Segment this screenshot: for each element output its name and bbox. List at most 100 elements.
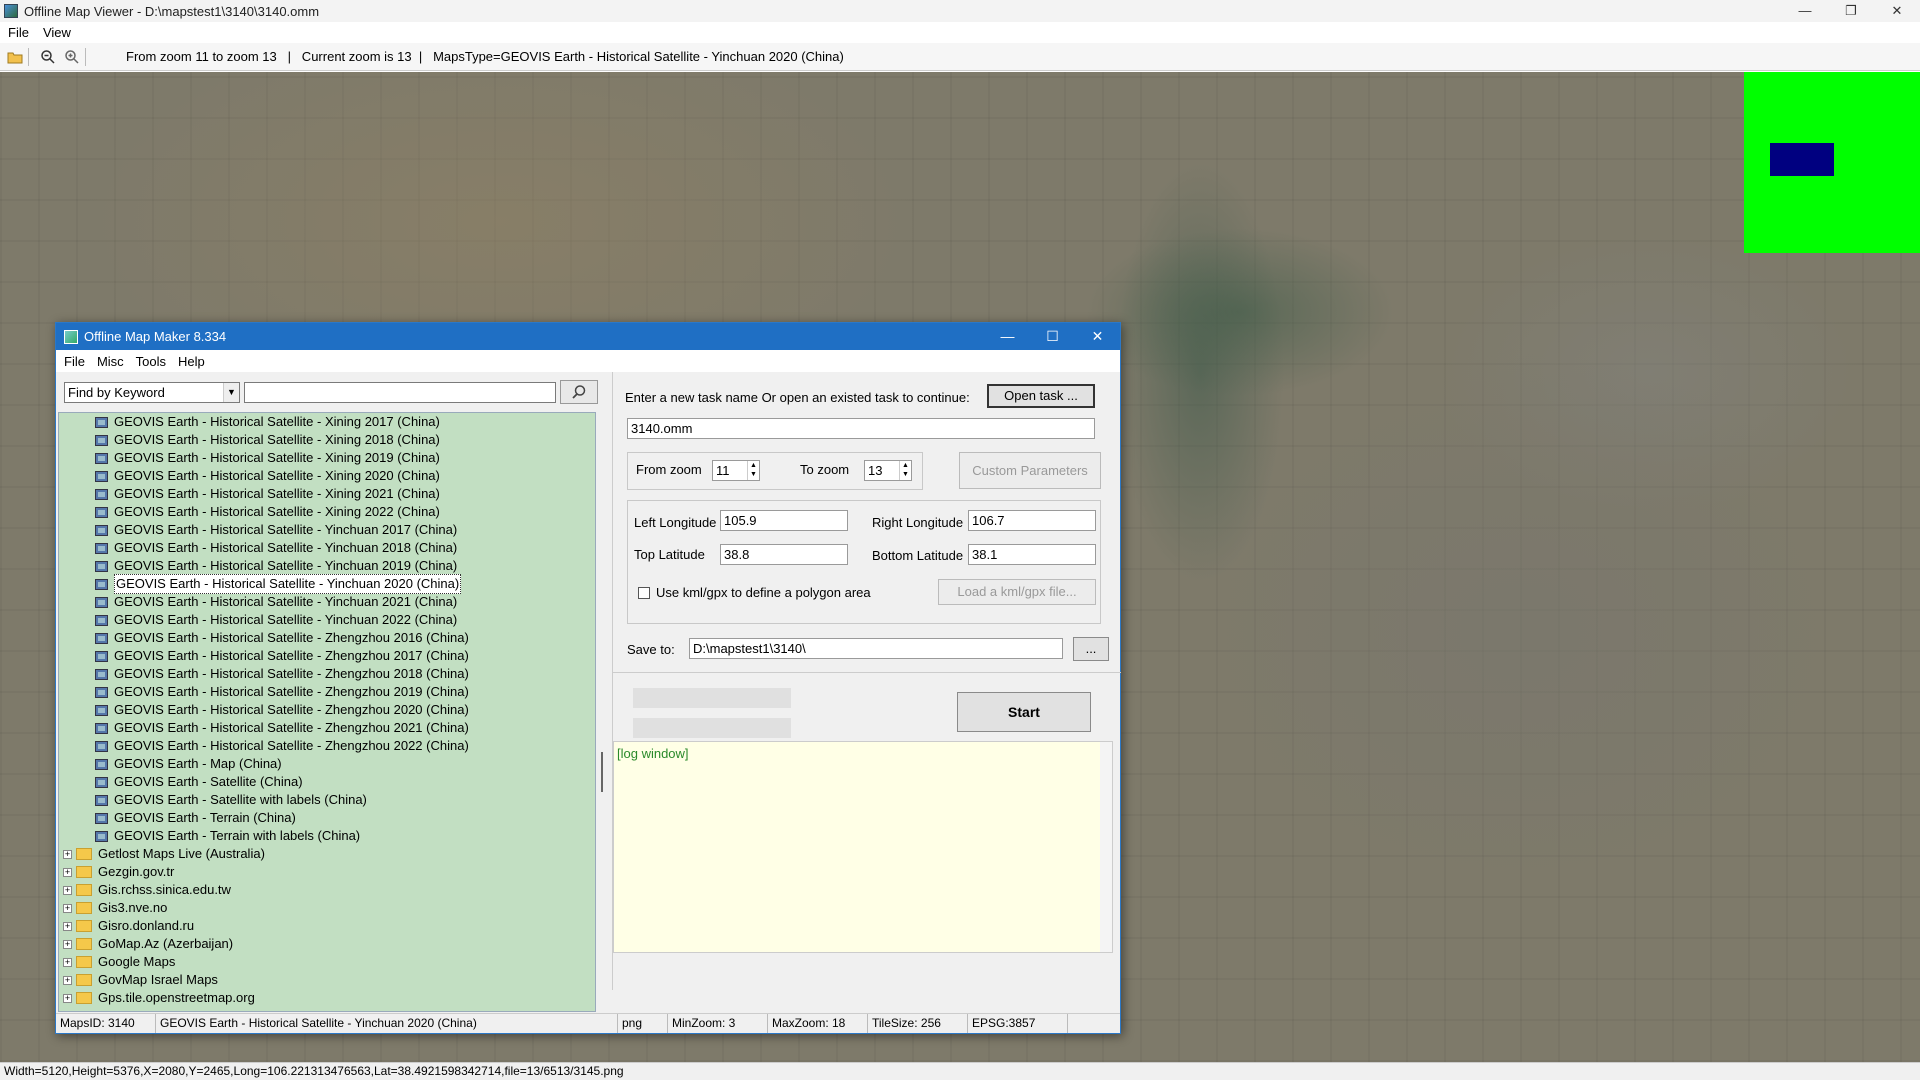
- tree-item-map[interactable]: GEOVIS Earth - Historical Satellite - Zh…: [95, 719, 469, 737]
- status-format: png: [618, 1014, 668, 1033]
- save-to-label: Save to:: [627, 642, 675, 657]
- menu-view[interactable]: View: [43, 25, 71, 40]
- tree-item-map[interactable]: GEOVIS Earth - Historical Satellite - Zh…: [95, 665, 469, 683]
- dialog-maximize-button[interactable]: ☐: [1030, 323, 1075, 350]
- zoom-out-icon[interactable]: [39, 48, 57, 66]
- maximize-button[interactable]: ❐: [1828, 0, 1874, 22]
- save-path-input[interactable]: D:\mapstest1\3140\: [689, 638, 1063, 659]
- tree-item-map[interactable]: GEOVIS Earth - Historical Satellite - Xi…: [95, 413, 440, 431]
- custom-parameters-button[interactable]: Custom Parameters: [959, 452, 1101, 489]
- bounds-group: Left Longitude 105.9 Right Longitude 106…: [627, 500, 1101, 624]
- tree-item-map[interactable]: GEOVIS Earth - Satellite (China): [95, 773, 303, 791]
- dialog-minimize-button[interactable]: —: [985, 323, 1030, 350]
- overview-minimap[interactable]: [1744, 72, 1920, 253]
- task-name-input[interactable]: 3140.omm: [627, 418, 1095, 439]
- expand-plus-icon[interactable]: +: [63, 849, 72, 859]
- expand-plus-icon[interactable]: +: [63, 903, 72, 913]
- stepper-arrows-icon[interactable]: ▲ ▼: [747, 461, 759, 480]
- dialog-menu-tools[interactable]: Tools: [136, 354, 166, 369]
- tree-scrollbar[interactable]: [597, 412, 607, 1012]
- dialog-menu-misc[interactable]: Misc: [97, 354, 124, 369]
- tree-item-map[interactable]: GEOVIS Earth - Terrain with labels (Chin…: [95, 827, 360, 845]
- stepper-arrows-icon[interactable]: ▲ ▼: [899, 461, 911, 480]
- bottom-latitude-label: Bottom Latitude: [872, 548, 964, 563]
- from-zoom-stepper[interactable]: 11 ▲ ▼: [712, 460, 760, 481]
- search-mode-value: Find by Keyword: [68, 384, 165, 400]
- expand-plus-icon[interactable]: +: [63, 867, 72, 877]
- left-longitude-label: Left Longitude: [634, 515, 717, 530]
- tree-scrollbar-thumb[interactable]: [601, 752, 603, 792]
- tree-item-folder[interactable]: + Gis.rchss.sinica.edu.tw: [63, 881, 231, 899]
- start-button[interactable]: Start: [957, 692, 1091, 732]
- tree-item-map[interactable]: GEOVIS Earth - Historical Satellite - Xi…: [95, 503, 440, 521]
- dialog-close-button[interactable]: ✕: [1075, 323, 1120, 350]
- bottom-latitude-input[interactable]: 38.1: [968, 544, 1096, 565]
- tree-item-map[interactable]: GEOVIS Earth - Historical Satellite - Xi…: [95, 467, 440, 485]
- tree-item-label: GEOVIS Earth - Historical Satellite - Yi…: [114, 594, 458, 609]
- tree-item-map[interactable]: GEOVIS Earth - Historical Satellite - Xi…: [95, 431, 440, 449]
- zoom-in-icon[interactable]: [63, 48, 81, 66]
- expand-plus-icon[interactable]: +: [63, 975, 72, 985]
- tree-item-map[interactable]: GEOVIS Earth - Historical Satellite - Yi…: [95, 574, 462, 594]
- tree-item-map[interactable]: GEOVIS Earth - Historical Satellite - Yi…: [95, 593, 457, 611]
- load-kml-button[interactable]: Load a kml/gpx file...: [938, 579, 1096, 605]
- expand-plus-icon[interactable]: +: [63, 921, 72, 931]
- kml-polygon-checkbox[interactable]: [638, 587, 650, 599]
- expand-plus-icon[interactable]: +: [63, 885, 72, 895]
- minimize-button[interactable]: —: [1782, 0, 1828, 22]
- tree-item-map[interactable]: GEOVIS Earth - Map (China): [95, 755, 282, 773]
- dialog-menu-file[interactable]: File: [64, 354, 85, 369]
- dialog-titlebar[interactable]: Offline Map Maker 8.334 — ☐ ✕: [56, 323, 1120, 350]
- tree-item-folder[interactable]: + Gps.tile.openstreetmap.org: [63, 989, 255, 1007]
- maps-tree[interactable]: GEOVIS Earth - Historical Satellite - Xi…: [58, 412, 596, 1012]
- tree-item-map[interactable]: GEOVIS Earth - Historical Satellite - Yi…: [95, 611, 457, 629]
- right-longitude-input[interactable]: 106.7: [968, 510, 1096, 531]
- tree-item-folder[interactable]: + Gisro.donland.ru: [63, 917, 194, 935]
- tree-item-label: GEOVIS Earth - Historical Satellite - Zh…: [114, 720, 469, 735]
- zoom-range-group: From zoom 11 ▲ ▼ To zoom 13 ▲ ▼: [627, 452, 923, 490]
- menu-file[interactable]: File: [8, 25, 29, 40]
- tree-item-label: GEOVIS Earth - Historical Satellite - Zh…: [114, 630, 469, 645]
- map-tile-icon: [95, 470, 108, 482]
- tree-item-folder[interactable]: + Gis3.nve.no: [63, 899, 167, 917]
- right-longitude-label: Right Longitude: [872, 515, 964, 530]
- map-tile-icon: [95, 758, 108, 770]
- chevron-down-icon[interactable]: ▼: [223, 382, 239, 402]
- tree-item-map[interactable]: GEOVIS Earth - Historical Satellite - Xi…: [95, 449, 440, 467]
- open-task-button[interactable]: Open task ...: [987, 384, 1095, 408]
- tree-item-map[interactable]: GEOVIS Earth - Historical Satellite - Zh…: [95, 647, 469, 665]
- tree-item-map[interactable]: GEOVIS Earth - Historical Satellite - Zh…: [95, 683, 469, 701]
- tree-item-map[interactable]: GEOVIS Earth - Historical Satellite - Zh…: [95, 629, 469, 647]
- dialog-menu-help[interactable]: Help: [178, 354, 205, 369]
- tree-item-map[interactable]: GEOVIS Earth - Historical Satellite - Yi…: [95, 539, 457, 557]
- close-button[interactable]: ✕: [1874, 0, 1920, 22]
- search-button[interactable]: [560, 380, 598, 404]
- search-input[interactable]: [244, 381, 556, 403]
- tree-item-map[interactable]: GEOVIS Earth - Historical Satellite - Yi…: [95, 557, 457, 575]
- log-window[interactable]: [log window]: [613, 741, 1113, 953]
- tree-item-folder[interactable]: + Getlost Maps Live (Australia): [63, 845, 265, 863]
- log-scrollbar[interactable]: [1100, 742, 1112, 952]
- tree-item-map[interactable]: GEOVIS Earth - Historical Satellite - Zh…: [95, 737, 469, 755]
- tree-item-map[interactable]: GEOVIS Earth - Historical Satellite - Xi…: [95, 485, 440, 503]
- expand-plus-icon[interactable]: +: [63, 957, 72, 967]
- left-longitude-input[interactable]: 105.9: [720, 510, 848, 531]
- tree-item-folder[interactable]: + GoMap.Az (Azerbaijan): [63, 935, 233, 953]
- tree-item-folder[interactable]: + Gezgin.gov.tr: [63, 863, 174, 881]
- overview-viewport-rect[interactable]: [1770, 143, 1834, 176]
- tree-item-folder[interactable]: + GovMap Israel Maps: [63, 971, 218, 989]
- tree-item-folder[interactable]: + Google Maps: [63, 953, 175, 971]
- expand-plus-icon[interactable]: +: [63, 993, 72, 1003]
- tree-item-map[interactable]: GEOVIS Earth - Satellite with labels (Ch…: [95, 791, 367, 809]
- tree-item-map[interactable]: GEOVIS Earth - Historical Satellite - Zh…: [95, 701, 469, 719]
- expand-plus-icon[interactable]: +: [63, 939, 72, 949]
- open-folder-icon[interactable]: [6, 48, 24, 66]
- status-tile-size: TileSize: 256: [868, 1014, 968, 1033]
- search-mode-select[interactable]: Find by Keyword ▼: [64, 381, 240, 403]
- browse-folder-button[interactable]: ...: [1073, 637, 1109, 661]
- tree-item-map[interactable]: GEOVIS Earth - Terrain (China): [95, 809, 296, 827]
- top-latitude-input[interactable]: 38.8: [720, 544, 848, 565]
- tree-folder-label: Gisro.donland.ru: [98, 918, 195, 933]
- to-zoom-stepper[interactable]: 13 ▲ ▼: [864, 460, 912, 481]
- tree-item-map[interactable]: GEOVIS Earth - Historical Satellite - Yi…: [95, 521, 457, 539]
